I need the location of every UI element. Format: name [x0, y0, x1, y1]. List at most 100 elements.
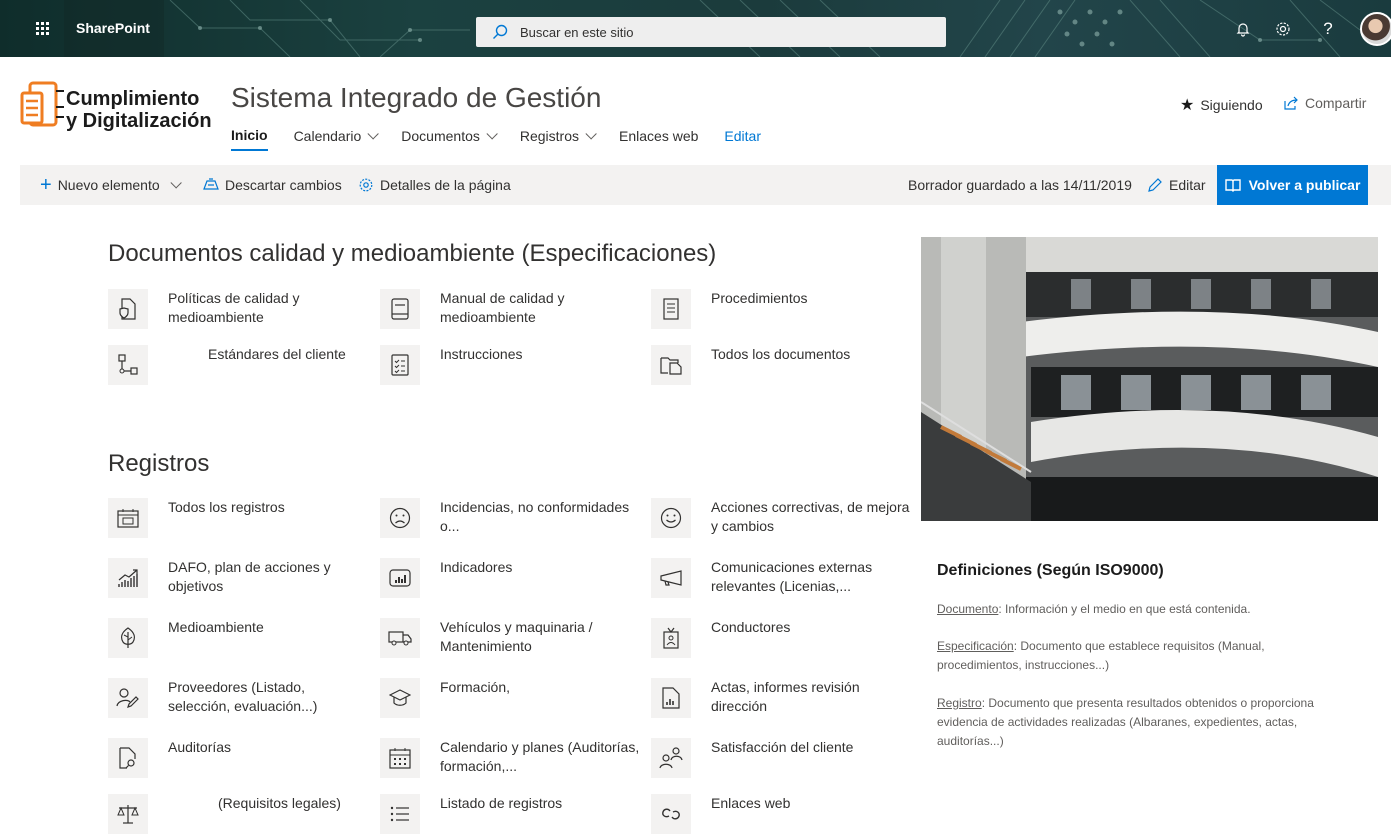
- link-label: Comunicaciones externas relevantes (Lice…: [711, 559, 873, 594]
- leaf-icon: [121, 627, 135, 648]
- calendar-list-icon: [117, 509, 139, 528]
- scales-icon: [117, 805, 139, 824]
- nav-item-enlaces-web[interactable]: Enlaces web: [619, 121, 698, 151]
- link-requisitos-legales[interactable]: (Requisitos legales): [108, 794, 368, 835]
- link-proveedores[interactable]: Proveedores (Listado, selección, evaluac…: [108, 678, 368, 726]
- share-icon: [1284, 96, 1298, 110]
- link-label: Medioambiente: [168, 619, 264, 635]
- link-label: Proveedores (Listado, selección, evaluac…: [168, 679, 318, 714]
- new-item-button[interactable]: + Nuevo elemento: [40, 165, 182, 205]
- bell-icon: [1236, 23, 1250, 37]
- link-enlaces-web[interactable]: Enlaces web: [651, 794, 911, 835]
- link-label: Satisfacción del cliente: [711, 739, 854, 755]
- link-todos-registros[interactable]: Todos los registros: [108, 498, 368, 546]
- republish-button[interactable]: Volver a publicar: [1217, 165, 1368, 205]
- settings-button[interactable]: [1270, 16, 1296, 42]
- link-estandares[interactable]: Estándares del cliente: [108, 345, 368, 393]
- link-instrucciones[interactable]: Instrucciones: [380, 345, 640, 393]
- logo-line-1: Cumplimiento: [66, 88, 200, 110]
- pencil-icon: [1148, 178, 1162, 192]
- link-label: Todos los documentos: [711, 346, 851, 362]
- command-bar: + Nuevo elemento Descartar cambios Detal…: [20, 165, 1391, 205]
- link-auditorias[interactable]: Auditorías: [108, 738, 368, 786]
- help-icon: ?: [1323, 19, 1333, 38]
- nav-item-documentos[interactable]: Documentos: [401, 121, 498, 151]
- link-label: Estándares del cliente: [208, 346, 346, 362]
- help-button[interactable]: ?: [1315, 16, 1341, 42]
- definition-term: Especificación: [937, 639, 1014, 653]
- link-label: Indicadores: [440, 559, 513, 575]
- link-todos-documentos[interactable]: Todos los documentos: [651, 345, 911, 393]
- flowchart-icon: [118, 354, 138, 375]
- link-actas[interactable]: Actas, informes revisión dirección: [651, 678, 911, 726]
- bullet-list-icon: [390, 806, 409, 822]
- definition-especificacion: Especificación: Documento que establece …: [937, 639, 1265, 672]
- link-manual[interactable]: Manual de calidad y medioambiente: [380, 289, 640, 337]
- link-procedimientos[interactable]: Procedimientos: [651, 289, 911, 337]
- link-label: DAFO, plan de acciones y objetivos: [168, 559, 331, 594]
- link-conductores[interactable]: Conductores: [651, 618, 911, 666]
- nav-item-registros[interactable]: Registros: [520, 121, 597, 151]
- link-label: Incidencias, no conformidades o...: [440, 499, 630, 534]
- site-logo-text[interactable]: Cumplimiento y Digitalización: [66, 88, 212, 132]
- sharepoint-brand-link[interactable]: SharePoint: [64, 0, 164, 57]
- follow-button[interactable]: ★ Siguiendo: [1180, 95, 1263, 115]
- search-box[interactable]: [476, 17, 946, 47]
- megaphone-icon: [660, 570, 682, 586]
- chevron-down-icon: [585, 128, 597, 140]
- avatar[interactable]: [1360, 12, 1391, 46]
- link-vehiculos[interactable]: Vehículos y maquinaria / Mantenimiento: [380, 618, 640, 666]
- link-dafo[interactable]: DAFO, plan de acciones y objetivos: [108, 558, 368, 606]
- link-icon: [662, 808, 680, 820]
- gear-icon: [1276, 22, 1290, 36]
- sad-face-icon: [389, 507, 411, 529]
- link-incidencias[interactable]: Incidencias, no conformidades o...: [380, 498, 640, 546]
- page-details-button[interactable]: Detalles de la página: [358, 165, 511, 205]
- link-listado-registros[interactable]: Listado de registros: [380, 794, 640, 835]
- registros-section-title: Registros: [108, 450, 210, 477]
- logo-line-2: y Digitalización: [66, 110, 212, 132]
- trend-chart-icon: [118, 569, 138, 587]
- graduation-cap-icon: [389, 689, 411, 706]
- suite-bar: SharePoint ?: [0, 0, 1391, 57]
- definition-documento: Documento: Información y el medio en que…: [937, 602, 1251, 616]
- link-calendario-planes[interactable]: Calendario y planes (Auditorías, formaci…: [380, 738, 640, 786]
- link-label: Vehículos y maquinaria / Mantenimiento: [440, 619, 593, 654]
- edit-page-button[interactable]: Editar: [1147, 165, 1206, 205]
- link-politicas[interactable]: Políticas de calidad y medioambiente: [108, 289, 368, 337]
- link-label: Todos los registros: [168, 499, 285, 515]
- happy-face-icon: [660, 507, 682, 529]
- discard-changes-button[interactable]: Descartar cambios: [203, 165, 342, 205]
- link-satisfaccion[interactable]: Satisfacción del cliente: [651, 738, 911, 786]
- link-label: Instrucciones: [440, 346, 523, 362]
- link-medioambiente[interactable]: Medioambiente: [108, 618, 368, 666]
- chevron-down-icon: [170, 177, 182, 189]
- link-label: Acciones correctivas, de mejora y cambio…: [711, 499, 910, 534]
- link-label: Manual de calidad y medioambiente: [440, 290, 565, 325]
- nav-item-calendario[interactable]: Calendario: [294, 121, 380, 151]
- link-label: Calendario y planes (Auditorías, formaci…: [440, 739, 640, 774]
- nav-edit-link[interactable]: Editar: [724, 121, 761, 151]
- link-comunicaciones[interactable]: Comunicaciones externas relevantes (Lice…: [651, 558, 911, 606]
- link-indicadores[interactable]: Indicadores: [380, 558, 640, 606]
- search-input[interactable]: [520, 24, 920, 40]
- share-button[interactable]: Compartir: [1283, 95, 1366, 111]
- procedure-icon: [663, 298, 679, 320]
- notifications-button[interactable]: [1230, 16, 1256, 42]
- nav-item-inicio[interactable]: Inicio: [231, 127, 268, 151]
- definition-registro: Registro: Documento que presenta resulta…: [937, 696, 1314, 748]
- site-title[interactable]: Sistema Integrado de Gestión: [231, 82, 601, 114]
- link-formacion[interactable]: Formación,: [380, 678, 640, 726]
- waffle-button[interactable]: [20, 0, 64, 57]
- documents-section-title: Documentos calidad y medioambiente (Espe…: [108, 240, 717, 267]
- link-label: Conductores: [711, 619, 791, 635]
- link-acciones-correctivas[interactable]: Acciones correctivas, de mejora y cambio…: [651, 498, 911, 546]
- report-icon: [662, 687, 680, 709]
- link-label: Actas, informes revisión dirección: [711, 679, 860, 714]
- definition-term: Registro: [937, 696, 982, 710]
- link-label: Procedimientos: [711, 290, 808, 306]
- site-navigation: Inicio Calendario Documentos Registros E…: [231, 121, 787, 151]
- calendar-icon: [389, 748, 411, 769]
- search-icon: [493, 24, 508, 39]
- link-label: Formación,: [440, 679, 511, 695]
